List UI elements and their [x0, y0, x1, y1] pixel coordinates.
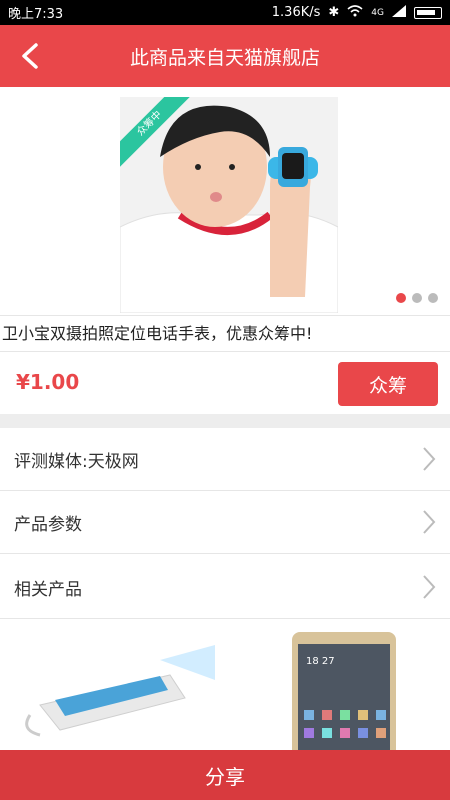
crowdfund-button[interactable]: 众筹 [338, 362, 438, 406]
app-header: 此商品来自天猫旗舰店 [0, 25, 450, 87]
chevron-right-icon [423, 447, 436, 471]
price-bar: ¥1.00 众筹 [0, 352, 450, 414]
battery-icon [414, 6, 442, 19]
share-button[interactable]: 分享 [0, 750, 450, 800]
product-carousel[interactable]: 众筹中 [0, 87, 450, 315]
list-item-label: 评测媒体:天极网 [14, 451, 139, 472]
carousel-dot[interactable] [412, 293, 422, 303]
related-product-projector[interactable] [0, 620, 225, 750]
signal-icon [392, 4, 406, 21]
carousel-dot[interactable] [396, 293, 406, 303]
carousel-indicator [396, 293, 438, 303]
list-item-label: 相关产品 [14, 579, 82, 600]
network-speed: 1.36K/s [271, 5, 321, 20]
status-time: 晚上7:33 [8, 7, 64, 22]
section-divider [0, 414, 450, 428]
chevron-right-icon [423, 575, 436, 599]
bluetooth-icon: ✱ [328, 5, 340, 20]
product-title: 卫小宝双摄拍照定位电话手表，优惠众筹中! [0, 315, 450, 352]
list-item-product-params[interactable]: 产品参数 [0, 491, 450, 554]
list-item-label: 产品参数 [14, 514, 82, 535]
list-item-review-media[interactable]: 评测媒体:天极网 [0, 428, 450, 491]
carousel-dot[interactable] [428, 293, 438, 303]
list-item-related-products[interactable]: 相关产品 [0, 556, 450, 619]
product-price: ¥1.00 [16, 370, 80, 394]
phone-clock: 18 27 [306, 656, 335, 667]
related-products: 18 27 [0, 620, 450, 758]
product-image: 众筹中 [120, 97, 338, 313]
network-type: 4G [371, 7, 384, 18]
back-arrow-icon[interactable] [10, 25, 50, 87]
status-bar: 晚上7:33 1.36K/s ✱ 4G [0, 0, 450, 25]
page-title: 此商品来自天猫旗舰店 [129, 46, 320, 69]
related-product-phone[interactable]: 18 27 [290, 630, 400, 760]
wifi-icon [347, 4, 363, 21]
chevron-right-icon [423, 510, 436, 534]
